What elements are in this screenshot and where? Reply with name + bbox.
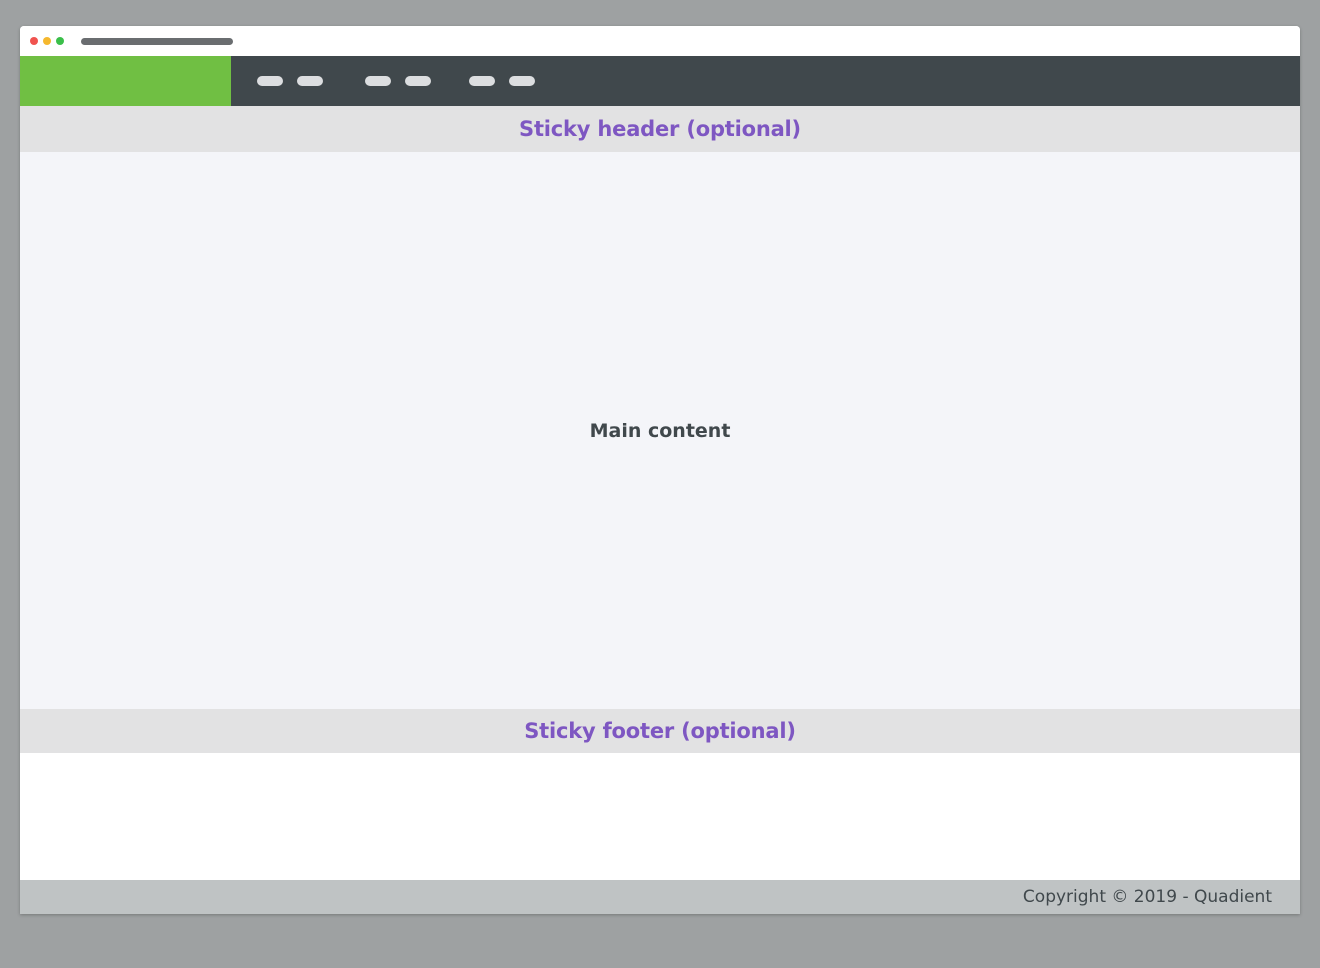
main-content-label: Main content xyxy=(589,419,731,442)
nav-item-placeholder[interactable] xyxy=(257,76,283,86)
title-bar xyxy=(20,26,1300,56)
sticky-header-label: Sticky header (optional) xyxy=(519,117,801,141)
copyright-text: Copyright © 2019 - Quadient xyxy=(1022,887,1272,907)
nav-item-placeholder[interactable] xyxy=(509,76,535,86)
minimize-dot[interactable] xyxy=(43,37,51,45)
nav-item-placeholder[interactable] xyxy=(405,76,431,86)
nav-item-placeholder[interactable] xyxy=(365,76,391,86)
nav-item-placeholder[interactable] xyxy=(469,76,495,86)
main-content-area: Main content xyxy=(20,152,1300,709)
close-dot[interactable] xyxy=(30,37,38,45)
content-spacer xyxy=(20,753,1300,880)
sticky-header: Sticky header (optional) xyxy=(20,106,1300,152)
sticky-footer-label: Sticky footer (optional) xyxy=(524,719,796,743)
maximize-dot[interactable] xyxy=(56,37,64,45)
address-bar[interactable] xyxy=(81,38,233,45)
sticky-footer: Sticky footer (optional) xyxy=(20,709,1300,753)
logo-placeholder[interactable] xyxy=(20,56,231,106)
browser-window: Sticky header (optional) Main content St… xyxy=(20,26,1300,914)
nav-item-placeholder[interactable] xyxy=(297,76,323,86)
top-navbar xyxy=(20,56,1300,106)
copyright-bar: Copyright © 2019 - Quadient xyxy=(20,880,1300,914)
